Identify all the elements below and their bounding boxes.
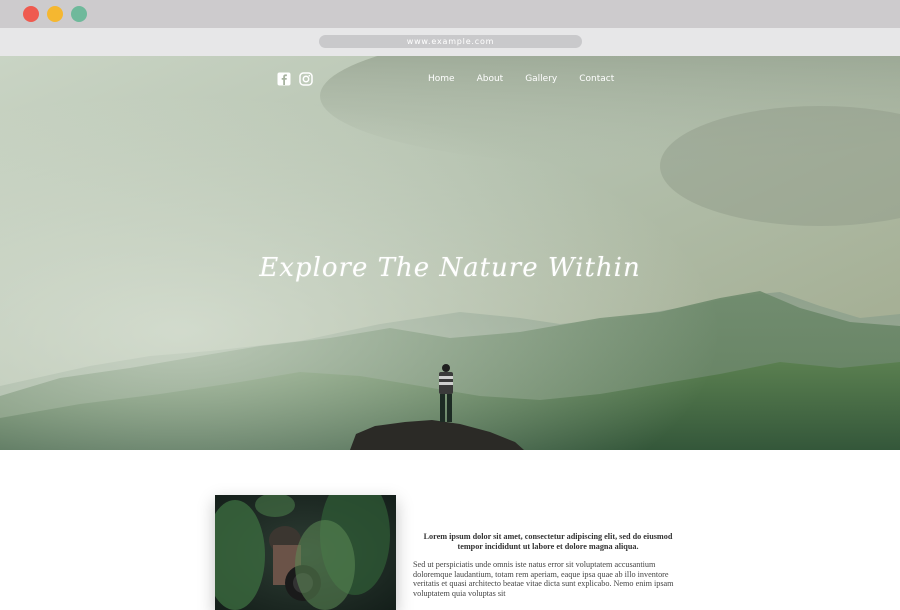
browser-address-bar: www.example.com — [0, 28, 900, 56]
nav-gallery[interactable]: Gallery — [525, 74, 557, 84]
nav-about[interactable]: About — [477, 74, 504, 84]
instagram-icon[interactable] — [299, 72, 313, 86]
browser-title-bar — [0, 0, 900, 28]
hero-section: Home About Gallery Contact Explore The N… — [0, 56, 900, 450]
body-paragraph: Sed ut perspiciatis unde omnis iste natu… — [413, 560, 674, 598]
window-maximize-button[interactable] — [71, 6, 87, 22]
nav-home[interactable]: Home — [428, 74, 455, 84]
facebook-icon[interactable] — [277, 72, 291, 86]
social-links — [277, 72, 313, 86]
main-nav: Home About Gallery Contact — [428, 74, 636, 84]
lead-paragraph: Lorem ipsum dolor sit amet, consectetur … — [423, 532, 673, 551]
window-close-button[interactable] — [23, 6, 39, 22]
photographer-image — [215, 495, 396, 610]
nav-contact[interactable]: Contact — [579, 74, 614, 84]
hero-title: Explore The Nature Within — [259, 253, 641, 284]
url-field[interactable]: www.example.com — [319, 35, 582, 48]
content-section: Lorem ipsum dolor sit amet, consectetur … — [0, 450, 900, 610]
window-minimize-button[interactable] — [47, 6, 63, 22]
